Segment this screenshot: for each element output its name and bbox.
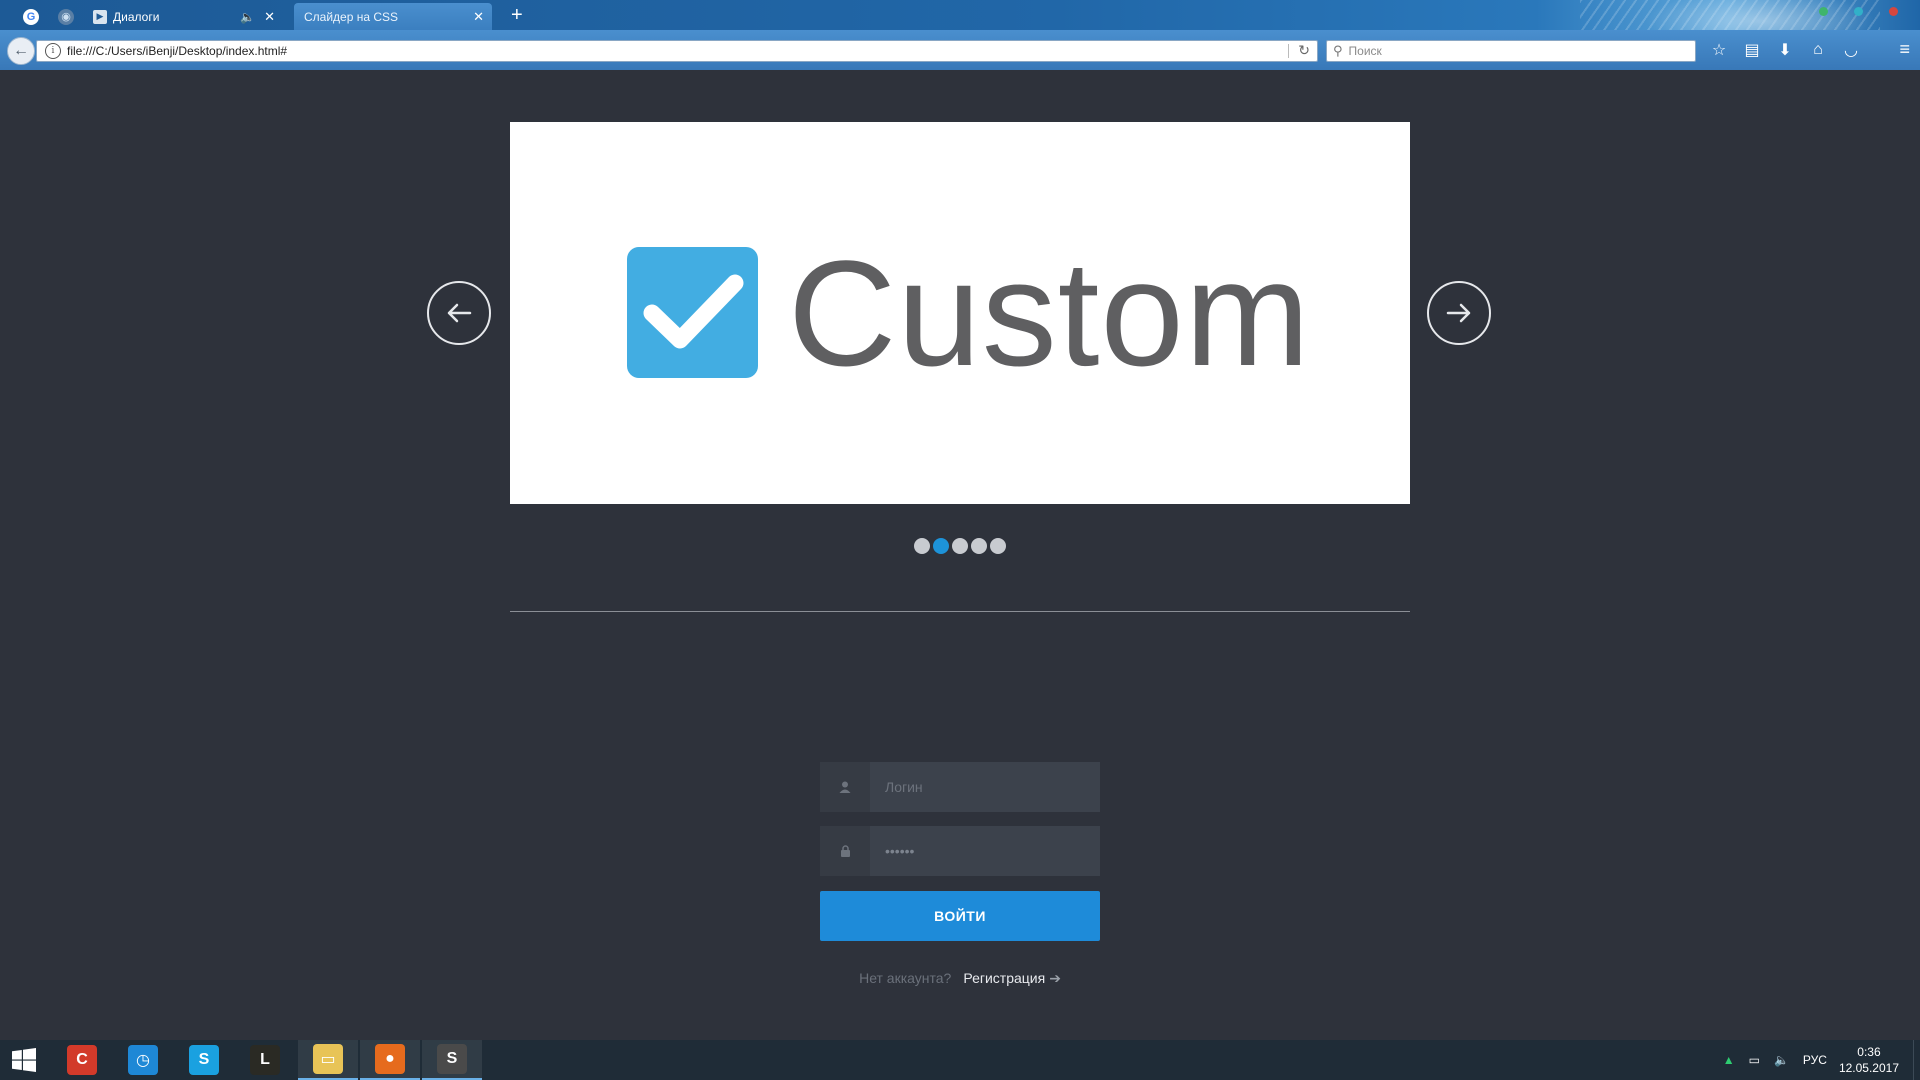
- language-indicator[interactable]: РУС: [1803, 1053, 1827, 1067]
- signup-row: Нет аккаунта? Регистрация ➔: [0, 970, 1920, 987]
- globe-icon: ◉: [58, 8, 74, 25]
- slider-pagination: [914, 538, 1006, 554]
- sublime-text-icon: S: [437, 1044, 467, 1074]
- timer-icon: ◷: [128, 1045, 158, 1075]
- search-placeholder: Поиск: [1348, 44, 1382, 58]
- maximize-button[interactable]: [1854, 7, 1863, 16]
- volume-icon[interactable]: 🔈: [1774, 1053, 1789, 1067]
- logo-text: Custom: [788, 229, 1311, 397]
- slider-dot[interactable]: [952, 538, 968, 554]
- ccleaner-icon: C: [67, 1045, 97, 1075]
- taskbar-app-skype[interactable]: S: [174, 1040, 234, 1080]
- minimize-button[interactable]: [1819, 7, 1828, 16]
- search-icon: ⚲: [1333, 43, 1343, 58]
- search-bar[interactable]: ⚲ Поиск: [1326, 40, 1696, 62]
- no-account-text: Нет аккаунта?: [859, 970, 952, 986]
- password-input[interactable]: [870, 826, 1100, 876]
- slider-dot[interactable]: [914, 538, 930, 554]
- tab-pinned-google[interactable]: G: [18, 3, 44, 30]
- league-of-legends-icon: L: [250, 1045, 280, 1075]
- clock[interactable]: 0:36 12.05.2017: [1839, 1044, 1899, 1076]
- tab-dialogs[interactable]: ▶ Диалоги 🔈 ✕: [85, 3, 283, 30]
- browser-tab-bar: G ◉ ▶ Диалоги 🔈 ✕ Слайдер на CSS ✕ +: [0, 0, 1920, 70]
- show-desktop-button[interactable]: [1913, 1040, 1920, 1080]
- toolbar-icons: ☆ ▤ ⬇ ⌂ ◡: [1708, 39, 1862, 61]
- address-bar[interactable]: i file:///C:/Users/iBenji/Desktop/index.…: [36, 40, 1318, 62]
- user-icon: [820, 762, 870, 812]
- file-explorer-icon: ▭: [313, 1044, 343, 1074]
- firefox-icon: ●: [375, 1044, 405, 1074]
- chevron-up-icon[interactable]: ▲: [1723, 1053, 1735, 1067]
- checkbox-logo-icon: [627, 247, 758, 378]
- windows-taskbar: C ◷ S L ▭ ● S ▲ ▭ 🔈 РУС 0:36 12.05.2017: [0, 1040, 1920, 1080]
- start-button[interactable]: [0, 1040, 48, 1080]
- clock-date: 12.05.2017: [1838, 1061, 1899, 1075]
- reload-icon[interactable]: ↻: [1298, 42, 1310, 59]
- register-link[interactable]: Регистрация: [963, 970, 1045, 986]
- taskbar-app-firefox[interactable]: ●: [360, 1040, 420, 1080]
- bookmark-star-icon[interactable]: ☆: [1708, 39, 1730, 61]
- taskbar-app-ccleaner[interactable]: C: [52, 1040, 112, 1080]
- login-button[interactable]: ВОЙТИ: [820, 891, 1100, 941]
- info-icon[interactable]: i: [45, 43, 61, 59]
- tab-title: Слайдер на CSS: [304, 9, 399, 24]
- url-separator: [1288, 44, 1289, 58]
- slider-next-button[interactable]: [1427, 281, 1491, 345]
- browser-nav-bar: ← i file:///C:/Users/iBenji/Desktop/inde…: [0, 30, 1920, 70]
- taskbar-app-sublime-text[interactable]: S: [422, 1040, 482, 1080]
- close-tab-icon[interactable]: ✕: [264, 9, 275, 25]
- taskbar-app-timer[interactable]: ◷: [113, 1040, 173, 1080]
- password-field: [820, 826, 1100, 876]
- close-tab-icon[interactable]: ✕: [473, 9, 484, 25]
- taskbar-app-file-explorer[interactable]: ▭: [298, 1040, 358, 1080]
- slider-prev-button[interactable]: [427, 281, 491, 345]
- back-button[interactable]: ←: [7, 37, 35, 65]
- tab-pinned-globe[interactable]: ◉: [53, 3, 79, 30]
- lock-icon: [820, 826, 870, 876]
- new-tab-button[interactable]: +: [511, 4, 523, 26]
- slider-dot[interactable]: [933, 538, 949, 554]
- system-tray: ▲ ▭ 🔈 РУС 0:36 12.05.2017: [1723, 1040, 1920, 1080]
- login-input[interactable]: [870, 762, 1100, 812]
- slider-slide: Custom: [510, 122, 1410, 504]
- play-icon: ▶: [93, 9, 107, 24]
- taskbar-app-league-of-legends[interactable]: L: [235, 1040, 295, 1080]
- arrow-right-icon[interactable]: ➔: [1049, 970, 1061, 986]
- tab-css-slider[interactable]: Слайдер на CSS ✕: [294, 3, 492, 30]
- skype-icon: S: [189, 1045, 219, 1075]
- window-controls: [1819, 7, 1898, 16]
- home-icon[interactable]: ⌂: [1807, 39, 1829, 61]
- google-icon: G: [23, 8, 39, 25]
- login-field: [820, 762, 1100, 812]
- clock-time: 0:36: [1857, 1045, 1881, 1059]
- divider: [510, 611, 1410, 612]
- url-text: file:///C:/Users/iBenji/Desktop/index.ht…: [67, 44, 288, 58]
- arrow-right-icon: [1446, 303, 1471, 323]
- windows-logo-icon: [12, 1048, 36, 1072]
- tab-title: Диалоги: [113, 9, 160, 24]
- slider-dot[interactable]: [971, 538, 987, 554]
- network-icon[interactable]: ▭: [1749, 1053, 1760, 1067]
- speaker-icon[interactable]: 🔈: [240, 10, 255, 24]
- arrow-left-icon: ←: [13, 42, 29, 59]
- pocket-icon[interactable]: ◡: [1840, 39, 1862, 61]
- slider-dot[interactable]: [990, 538, 1006, 554]
- close-window-button[interactable]: [1889, 7, 1898, 16]
- arrow-left-icon: [447, 303, 472, 323]
- reading-list-icon[interactable]: ▤: [1741, 39, 1763, 61]
- hamburger-menu-icon[interactable]: ≡: [1899, 39, 1910, 60]
- download-icon[interactable]: ⬇: [1774, 39, 1796, 61]
